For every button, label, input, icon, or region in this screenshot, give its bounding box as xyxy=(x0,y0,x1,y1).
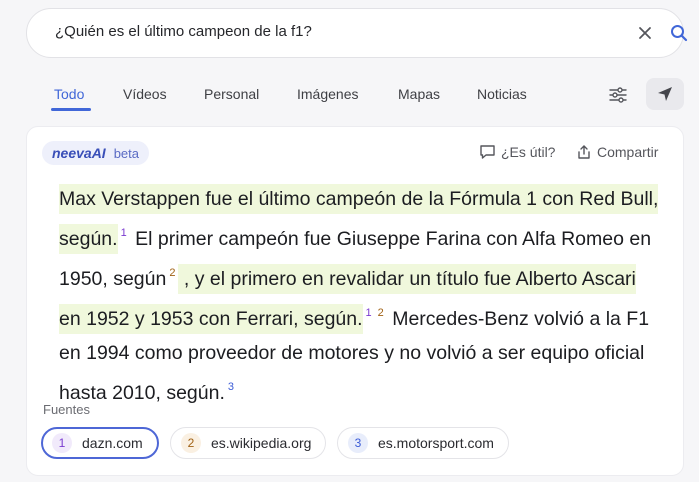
citation-2[interactable]: 2 xyxy=(378,307,384,319)
location-arrow-icon[interactable] xyxy=(646,78,684,110)
tab-noticias[interactable]: Noticias xyxy=(477,86,527,102)
source-chip-3[interactable]: 3 es.motorsport.com xyxy=(337,427,509,459)
active-tab-indicator xyxy=(51,108,91,111)
tab-todo[interactable]: Todo xyxy=(54,86,84,102)
source-number: 2 xyxy=(181,433,201,453)
chat-bubble-icon xyxy=(480,145,495,159)
search-bar[interactable]: ¿Quién es el último campeon de la f1? xyxy=(26,8,688,58)
tab-imagenes[interactable]: Imágenes xyxy=(297,86,358,102)
tab-mapas[interactable]: Mapas xyxy=(398,86,440,102)
citation-3[interactable]: 3 xyxy=(228,381,234,393)
search-tabs: Todo Vídeos Personal Imágenes Mapas Noti… xyxy=(0,78,699,114)
citation-2[interactable]: 2 xyxy=(169,267,175,279)
citation-1[interactable]: 1 xyxy=(366,307,372,319)
share-icon xyxy=(578,145,590,159)
share-button[interactable]: Compartir xyxy=(576,144,658,160)
brand-name: neevaAI xyxy=(52,145,106,161)
tab-videos[interactable]: Vídeos xyxy=(123,86,167,102)
source-domain: es.wikipedia.org xyxy=(211,435,312,451)
source-chip-1[interactable]: 1 dazn.com xyxy=(41,427,159,459)
search-input[interactable]: ¿Quién es el último campeon de la f1? xyxy=(55,23,312,40)
neeva-ai-badge: neevaAI beta xyxy=(42,141,150,165)
ai-answer-card: neevaAI beta ¿Es útil? Compartir Max Ver… xyxy=(26,126,684,476)
source-domain: es.motorsport.com xyxy=(378,435,494,451)
source-number: 1 xyxy=(52,433,72,453)
sliders-icon[interactable] xyxy=(605,82,631,108)
citation-1[interactable]: 1 xyxy=(121,227,127,239)
share-label: Compartir xyxy=(597,144,659,160)
search-icon[interactable] xyxy=(667,21,691,45)
source-number: 3 xyxy=(348,433,368,453)
useful-label: ¿Es útil? xyxy=(501,144,556,160)
sources-label: Fuentes xyxy=(43,402,90,417)
tab-personal[interactable]: Personal xyxy=(204,86,259,102)
answer-text: Max Verstappen fue el último campeón de … xyxy=(59,182,659,410)
close-icon[interactable] xyxy=(633,21,657,45)
useful-button[interactable]: ¿Es útil? xyxy=(479,144,555,160)
beta-tag: beta xyxy=(113,145,140,161)
source-chip-2[interactable]: 2 es.wikipedia.org xyxy=(170,427,327,459)
source-domain: dazn.com xyxy=(82,435,143,451)
